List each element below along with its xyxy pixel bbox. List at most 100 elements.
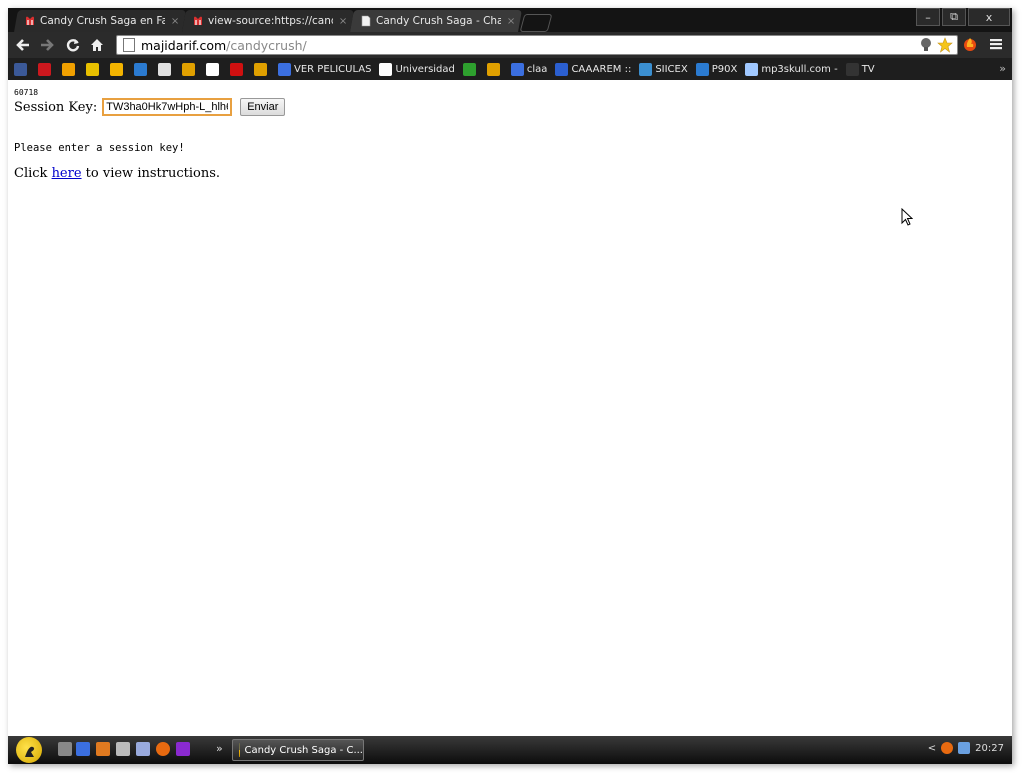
close-icon[interactable]: × [507, 16, 515, 27]
clock[interactable]: 20:27 [975, 743, 1004, 754]
t-icon [695, 62, 709, 76]
siicex-icon [639, 62, 653, 76]
bookmark-item[interactable]: CAAAREM :: [555, 62, 631, 76]
bookmark-label: TV [861, 63, 875, 75]
address-bar[interactable]: majidarif.com/candycrush/ [116, 35, 958, 55]
bookmark-item[interactable] [254, 62, 270, 76]
session-key-label: Session Key: [14, 99, 98, 115]
tab-view-source[interactable]: view-source:https://candycrush × [182, 10, 354, 32]
quicklaunch-more[interactable]: » [216, 742, 223, 755]
bookmark-item[interactable] [206, 62, 222, 76]
page-number: 60718 [14, 88, 39, 97]
tab-candy-charm[interactable]: Candy Crush Saga - Charm × [350, 10, 522, 32]
bookmark-star-icon[interactable] [937, 37, 953, 53]
tray-app-icon[interactable] [941, 742, 954, 754]
bookmark-item[interactable] [110, 62, 126, 76]
home-button[interactable] [88, 36, 106, 54]
omnibox-actions [919, 37, 953, 53]
reload-button[interactable] [64, 36, 82, 54]
start-button[interactable] [16, 737, 42, 763]
enviar-button[interactable]: Enviar [240, 98, 286, 116]
instructions-line: Click here to view instructions. [14, 166, 220, 181]
bookmark-item[interactable] [86, 62, 102, 76]
instructions-link[interactable]: here [52, 166, 82, 181]
bookmark-item[interactable]: VER PELICULAS [278, 62, 371, 76]
menu-button[interactable] [988, 36, 1004, 52]
instructions-prefix: Click [14, 166, 52, 181]
bookmark-label: P90X [711, 63, 738, 75]
tab-label: Candy Crush Saga - Charm [376, 15, 501, 27]
candy-crush-icon [24, 15, 36, 27]
triangle-icon [555, 62, 569, 76]
forward-button[interactable] [38, 36, 56, 54]
bookmark-item[interactable] [38, 62, 54, 76]
bookmark-label: claa [526, 63, 548, 75]
lightbulb-icon[interactable] [919, 37, 933, 53]
bookmark-item[interactable] [230, 62, 246, 76]
system-tray: < 20:27 [928, 742, 1004, 754]
back-button[interactable] [14, 36, 32, 54]
tab-strip: Candy Crush Saga en Facebook × view-sour… [8, 8, 1012, 32]
tab-candy-facebook[interactable]: Candy Crush Saga en Facebook × [14, 10, 186, 32]
session-key-input[interactable] [102, 98, 233, 116]
tray-chevron[interactable]: < [928, 743, 936, 754]
url-path: /candycrush/ [226, 37, 307, 53]
network-icon[interactable] [958, 742, 971, 754]
close-window-button[interactable]: x [968, 8, 1010, 26]
bookmark-item[interactable] [486, 62, 503, 76]
tv-icon [182, 62, 195, 76]
firefox-icon[interactable] [156, 742, 170, 756]
bookmark-item[interactable] [14, 62, 30, 76]
desktop-margin [1012, 0, 1024, 773]
show-desktop-icon[interactable] [76, 742, 90, 756]
settings-gear-icon[interactable] [116, 742, 130, 756]
tab-label: view-source:https://candycrush [208, 15, 333, 27]
bookmarks-more-button[interactable]: » [999, 62, 1006, 75]
page-icon [360, 15, 372, 27]
bookmark-item[interactable] [62, 62, 78, 76]
bookmark-label: mp3skull.com - [761, 63, 838, 75]
home-icon [91, 39, 103, 51]
error-message: Please enter a session key! [14, 142, 185, 154]
bookmark-item[interactable]: SIICEX [639, 62, 688, 76]
close-icon[interactable]: × [171, 16, 179, 27]
chrome-icon [239, 743, 240, 757]
taskbar-window-chrome[interactable]: Candy Crush Saga - C... [232, 739, 364, 761]
box-app-icon[interactable] [136, 742, 150, 756]
browser-toolbar: majidarif.com/candycrush/ [8, 32, 1012, 58]
restore-button[interactable]: ⧉ [942, 8, 966, 26]
youtube-icon [38, 62, 51, 76]
minimize-button[interactable]: – [916, 8, 940, 26]
book-icon [158, 62, 171, 76]
bookmark-item[interactable] [134, 62, 150, 76]
bookmark-item[interactable]: Universidad [379, 62, 455, 76]
quicklaunch-app-icon[interactable] [176, 742, 190, 756]
yahoo-icon [278, 62, 291, 76]
page-content: 60718 Session Key: Enviar Please enter a… [8, 80, 1012, 736]
tv2-icon [254, 62, 267, 76]
page-icon [206, 62, 219, 76]
bookmark-item[interactable] [182, 62, 198, 76]
gmail-icon [86, 62, 99, 76]
forward-arrow-icon [41, 39, 54, 51]
bookmark-item[interactable] [462, 62, 479, 76]
start-logo-icon [25, 746, 35, 757]
taskbar-window-title: Candy Crush Saga - C... [244, 744, 364, 756]
bookmark-item[interactable]: TV [845, 62, 875, 76]
taringa-icon [110, 62, 123, 76]
quicklaunch-app-icon[interactable] [58, 742, 72, 756]
bookmark-item[interactable]: mp3skull.com - [745, 62, 838, 76]
bookmark-item[interactable]: claa [510, 62, 548, 76]
quicklaunch-app-icon[interactable] [96, 742, 110, 756]
browser-window: Candy Crush Saga en Facebook × view-sour… [8, 8, 1012, 764]
bookmark-item[interactable]: P90X [695, 62, 738, 76]
extension-button[interactable] [962, 36, 978, 52]
taskbar: » Candy Crush Saga - C... < 20:27 [8, 736, 1012, 764]
window-icon [510, 62, 524, 76]
new-tab-button[interactable] [519, 14, 553, 32]
bookmark-label: SIICEX [655, 63, 688, 75]
bookmark-item[interactable] [158, 62, 174, 76]
live-icon [230, 62, 243, 76]
close-icon[interactable]: × [339, 16, 347, 27]
hamburger-menu-icon [990, 39, 1002, 50]
